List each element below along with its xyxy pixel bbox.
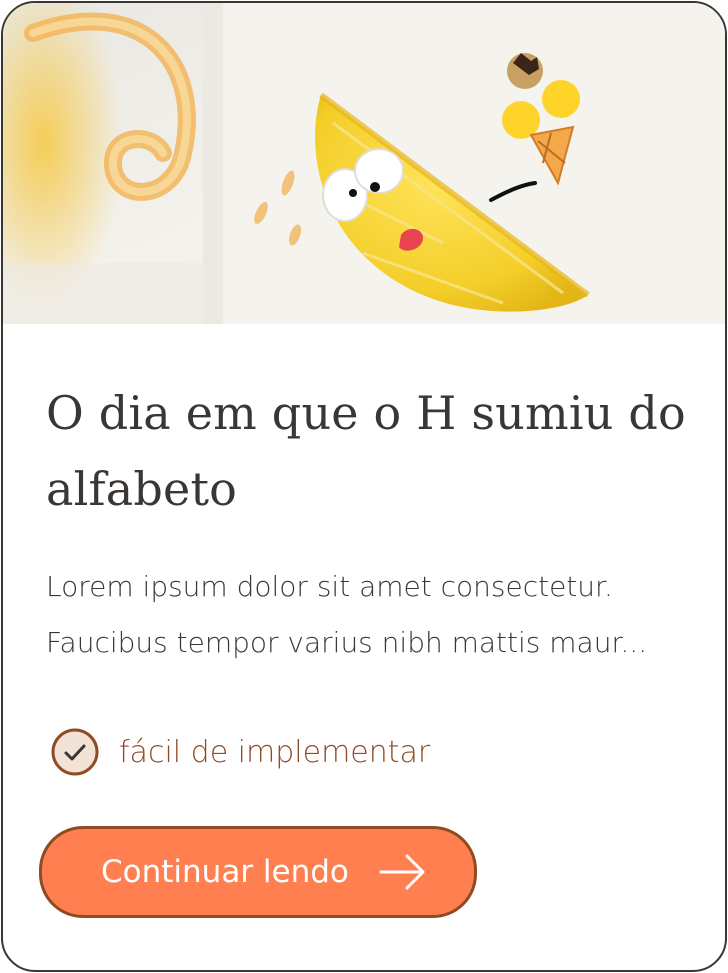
article-excerpt: Lorem ipsum dolor sit amet consectetur. … [46, 570, 648, 659]
difficulty-label: fácil de implementar [119, 734, 431, 770]
continue-reading-label: Continuar lendo [101, 854, 349, 890]
difficulty-badge: fácil de implementar [50, 725, 430, 779]
article-card: O dia em que o H sumiu do alfabeto Lorem… [1, 1, 727, 972]
article-image [3, 3, 725, 324]
check-circle-icon [51, 728, 99, 776]
article-title: O dia em que o H sumiu do alfabeto [46, 386, 686, 516]
arrow-right-icon [379, 854, 425, 890]
continue-reading-button[interactable]: Continuar lendo [39, 826, 477, 918]
mug-illustration [3, 3, 725, 324]
